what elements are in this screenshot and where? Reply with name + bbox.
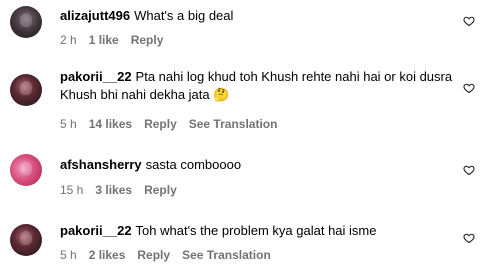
comment-meta: 2 h 1 like Reply bbox=[60, 33, 175, 47]
comment-body: afshansherry sasta comboooo bbox=[60, 156, 460, 174]
heart-icon[interactable] bbox=[463, 82, 475, 94]
comment-item: afshansherry sasta comboooo 15 h 3 likes Re… bbox=[0, 150, 487, 206]
comment-body: pakorii__22 Toh what's the problem kya ga… bbox=[60, 222, 460, 240]
comment-meta: 5 h 2 likes Reply See Translation bbox=[60, 248, 283, 262]
heart-icon[interactable] bbox=[463, 15, 475, 27]
comment-meta: 15 h 3 likes Reply bbox=[60, 183, 189, 197]
comment-likes[interactable]: 3 likes bbox=[95, 183, 132, 197]
reply-button[interactable]: Reply bbox=[131, 33, 164, 47]
avatar[interactable] bbox=[10, 74, 42, 106]
comment-time: 5 h bbox=[60, 248, 77, 262]
comment-likes[interactable]: 2 likes bbox=[89, 248, 126, 262]
comment-meta: 5 h 14 likes Reply See Translation bbox=[60, 117, 289, 131]
avatar[interactable] bbox=[10, 6, 42, 38]
heart-icon[interactable] bbox=[463, 164, 475, 176]
comment-username[interactable]: alizajutt496 bbox=[60, 8, 130, 23]
see-translation-button[interactable]: See Translation bbox=[182, 248, 271, 262]
avatar[interactable] bbox=[10, 154, 42, 186]
comment-likes[interactable]: 1 like bbox=[89, 33, 119, 47]
comment-text: What's a big deal bbox=[134, 8, 234, 23]
comment-likes[interactable]: 14 likes bbox=[89, 117, 132, 131]
comment-body: alizajutt496 What's a big deal bbox=[60, 7, 460, 25]
comment-username[interactable]: afshansherry bbox=[60, 157, 142, 172]
comment-time: 2 h bbox=[60, 33, 77, 47]
see-translation-button[interactable]: See Translation bbox=[189, 117, 278, 131]
reply-button[interactable]: Reply bbox=[137, 248, 170, 262]
avatar[interactable] bbox=[10, 224, 42, 256]
comment-text: sasta comboooo bbox=[145, 157, 242, 172]
reply-button[interactable]: Reply bbox=[144, 117, 177, 131]
reply-button[interactable]: Reply bbox=[144, 183, 177, 197]
comment-item: alizajutt496 What's a big deal 2 h 1 like R… bbox=[0, 0, 487, 56]
comment-item: pakorii__22 Pta nahi log khud toh Khush r… bbox=[0, 64, 487, 140]
comment-time: 15 h bbox=[60, 183, 84, 197]
comment-username[interactable]: pakorii__22 bbox=[60, 223, 132, 238]
comment-item: pakorii__22 Toh what's the problem kya ga… bbox=[0, 216, 487, 275]
comment-time: 5 h bbox=[60, 117, 77, 131]
heart-icon[interactable] bbox=[463, 232, 475, 244]
comment-body: pakorii__22 Pta nahi log khud toh Khush r… bbox=[60, 68, 460, 104]
comment-username[interactable]: pakorii__22 bbox=[60, 69, 132, 84]
comment-text: Toh what's the problem kya galat hai ism… bbox=[135, 223, 377, 238]
